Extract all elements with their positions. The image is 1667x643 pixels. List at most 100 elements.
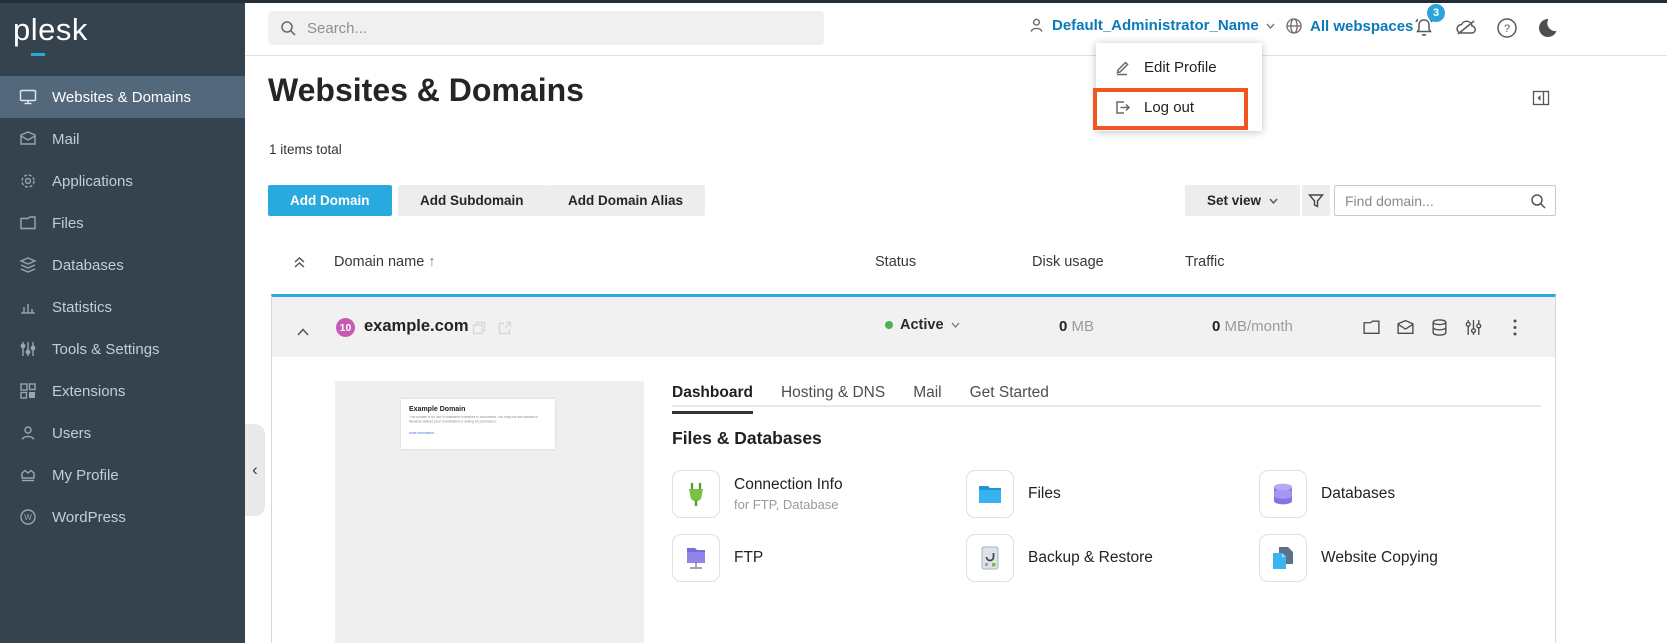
files-icon[interactable] — [1362, 318, 1381, 337]
collapse-all-rows-icon[interactable] — [293, 256, 306, 274]
collapse-row-icon[interactable] — [297, 323, 309, 341]
global-search[interactable] — [268, 11, 824, 45]
search-icon — [1530, 193, 1547, 210]
tile-website-copying[interactable]: Website Copying — [1259, 534, 1438, 582]
sidebar-item-my-profile[interactable]: My Profile — [0, 454, 245, 496]
find-domain-input[interactable] — [1345, 186, 1525, 215]
sidebar-collapse-handle[interactable]: ‹ — [245, 424, 265, 516]
sliders-icon — [18, 339, 38, 359]
chevron-down-icon — [951, 322, 960, 328]
copy-icon[interactable] — [472, 321, 486, 340]
tile-label: Backup & Restore — [1028, 549, 1153, 567]
items-total-text: 1 items total — [269, 142, 342, 157]
column-header-traffic[interactable]: Traffic — [1185, 254, 1224, 270]
sidebar-item-extensions[interactable]: Extensions — [0, 370, 245, 412]
moon-icon — [1535, 16, 1559, 40]
monitor-icon — [18, 87, 38, 107]
global-search-input[interactable] — [307, 20, 787, 37]
tile-label: Connection Info — [734, 476, 843, 494]
mail-icon[interactable] — [1396, 318, 1415, 337]
copy-pages-icon — [1259, 534, 1307, 582]
sidebar-item-wordpress[interactable]: W WordPress — [0, 496, 245, 538]
envelope-icon — [18, 129, 38, 149]
tile-sublabel: for FTP, Database — [734, 497, 843, 512]
logout-icon — [1114, 99, 1131, 116]
cloud-offline-button[interactable] — [1454, 16, 1478, 40]
tab-get-started[interactable]: Get Started — [970, 384, 1049, 414]
kebab-menu-icon[interactable] — [1512, 318, 1531, 337]
domain-row[interactable]: 10 example.com Active 0 MB 0 MB/month — [272, 297, 1555, 357]
user-menu-trigger[interactable]: Default_Administrator_Name — [1028, 17, 1275, 34]
chevron-down-icon — [1266, 23, 1275, 29]
column-header-disk[interactable]: Disk usage — [1032, 254, 1104, 270]
sidebar-item-label: Websites & Domains — [52, 89, 191, 106]
pencil-icon — [1114, 59, 1131, 76]
chevron-down-icon — [1269, 198, 1278, 204]
tile-label: Files — [1028, 485, 1061, 503]
workspace-label: All webspaces — [1310, 18, 1413, 35]
user-name: Default_Administrator_Name — [1052, 17, 1259, 34]
gear-icon — [18, 171, 38, 191]
sidebar-item-label: Applications — [52, 173, 133, 190]
crown-icon — [18, 465, 38, 485]
sidebar-nav: Websites & Domains Mail Applications Fil… — [0, 76, 245, 538]
sidebar-item-label: Files — [52, 215, 84, 232]
sidebar-item-tools-settings[interactable]: Tools & Settings — [0, 328, 245, 370]
sidebar-item-applications[interactable]: Applications — [0, 160, 245, 202]
column-header-domain[interactable]: Domain name ↑ — [334, 254, 436, 270]
sidebar-item-mail[interactable]: Mail — [0, 118, 245, 160]
status-dropdown[interactable]: Active — [885, 317, 960, 333]
tile-files[interactable]: Files — [966, 470, 1061, 518]
status-label: Active — [900, 317, 944, 333]
site-preview-content: Example Domain This domain is for use in… — [401, 399, 555, 449]
layers-icon — [18, 255, 38, 275]
filter-button[interactable] — [1302, 185, 1330, 216]
tile-connection-info[interactable]: Connection Info for FTP, Database — [672, 470, 843, 518]
sidebar-item-databases[interactable]: Databases — [0, 244, 245, 286]
tab-hosting-dns[interactable]: Hosting & DNS — [781, 384, 885, 414]
blocks-icon — [18, 381, 38, 401]
sidebar-item-label: Tools & Settings — [52, 341, 160, 358]
blue-folder-icon — [966, 470, 1014, 518]
purple-database-icon — [1259, 470, 1307, 518]
sidebar-item-label: My Profile — [52, 467, 119, 484]
edit-profile-menu-item[interactable]: Edit Profile — [1096, 47, 1262, 87]
cloud-slash-icon — [1454, 16, 1478, 40]
tile-databases[interactable]: Databases — [1259, 470, 1395, 518]
sidebar-item-files[interactable]: Files — [0, 202, 245, 244]
column-header-status[interactable]: Status — [875, 254, 916, 270]
add-domain-button[interactable]: Add Domain — [268, 185, 392, 216]
plug-icon — [672, 470, 720, 518]
globe-icon — [1285, 17, 1303, 35]
preview-title: Example Domain — [409, 406, 547, 413]
tab-mail[interactable]: Mail — [913, 384, 941, 414]
settings-sliders-icon[interactable] — [1464, 318, 1483, 337]
sidebar-item-label: Mail — [52, 131, 80, 148]
find-domain-search[interactable] — [1334, 185, 1556, 216]
tile-label: Website Copying — [1321, 549, 1438, 567]
tab-dashboard[interactable]: Dashboard — [672, 384, 753, 414]
tile-backup-restore[interactable]: Backup & Restore — [966, 534, 1153, 582]
user-dropdown-menu: Edit Profile Log out — [1096, 43, 1262, 131]
person-icon — [18, 423, 38, 443]
plesk-logo[interactable]: plesk — [13, 12, 88, 48]
site-preview-thumbnail[interactable]: Example Domain This domain is for use in… — [335, 381, 644, 643]
sidebar-item-users[interactable]: Users — [0, 412, 245, 454]
help-button[interactable]: ? — [1495, 16, 1519, 40]
log-out-menu-item[interactable]: Log out — [1096, 87, 1262, 127]
sidebar-item-websites-domains[interactable]: Websites & Domains — [0, 76, 245, 118]
add-domain-alias-button[interactable]: Add Domain Alias — [546, 185, 705, 216]
database-icon[interactable] — [1430, 318, 1449, 337]
add-subdomain-button[interactable]: Add Subdomain — [398, 185, 546, 216]
tile-ftp[interactable]: FTP — [672, 534, 763, 582]
sidebar-item-label: Statistics — [52, 299, 112, 316]
pagespeed-badge[interactable]: 10 — [336, 318, 355, 337]
collapse-panel-icon[interactable] — [1532, 89, 1550, 107]
sidebar-item-statistics[interactable]: Statistics — [0, 286, 245, 328]
dark-mode-toggle[interactable] — [1535, 16, 1559, 40]
set-view-button[interactable]: Set view — [1185, 185, 1300, 216]
sidebar-item-label: Extensions — [52, 383, 125, 400]
row-quick-actions — [1362, 318, 1531, 337]
open-site-icon[interactable] — [498, 321, 512, 340]
all-webspaces-link[interactable]: All webspaces — [1285, 17, 1413, 35]
